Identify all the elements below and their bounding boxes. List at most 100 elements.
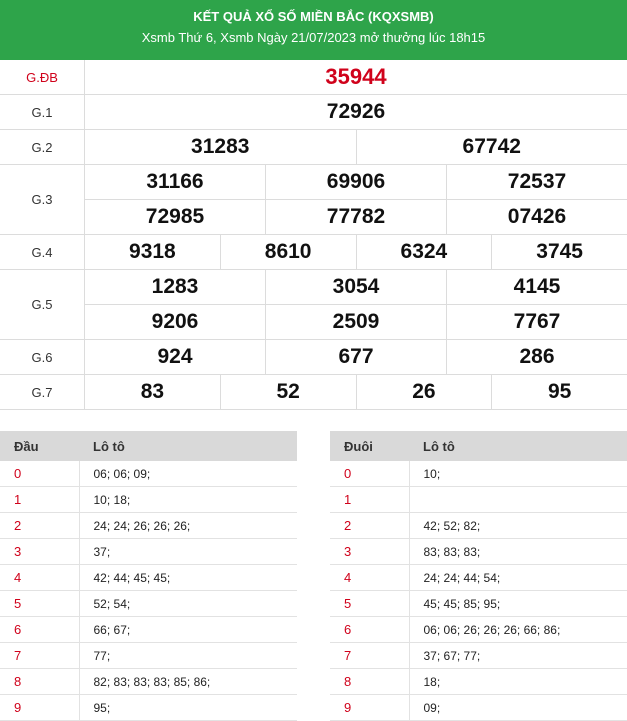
table-row: 1: [330, 487, 627, 513]
duoi-digit: 4: [330, 565, 409, 591]
duoi-digit: 3: [330, 539, 409, 565]
dau-loto-values: 42; 44; 45; 45;: [79, 565, 297, 591]
duoi-digit: 6: [330, 617, 409, 643]
loto-header: Lô tô: [409, 431, 627, 461]
dau-digit: 6: [0, 617, 79, 643]
dau-digit: 4: [0, 565, 79, 591]
prize-row-g7: G.7 83 52 26 95: [0, 375, 627, 410]
prize-label-g2: G.2: [0, 130, 85, 165]
prize-label-g1: G.1: [0, 95, 85, 130]
prize-row-g2: G.2 31283 67742: [0, 130, 627, 165]
duoi-loto-values: 42; 52; 82;: [409, 513, 627, 539]
table-row: 383; 83; 83;: [330, 539, 627, 565]
results-title: KẾT QUẢ XỔ SỐ MIỀN BẮC (KQXSMB): [0, 8, 627, 26]
prize-label-db: G.ĐB: [0, 60, 85, 95]
results-table: G.ĐB 35944 G.1 72926 G.2 31283 67742 G.3…: [0, 60, 627, 410]
dau-loto-values: 82; 83; 83; 83; 85; 86;: [79, 669, 297, 695]
loto-section: Đầu Lô tô 006; 06; 09;110; 18;224; 24; 2…: [0, 431, 627, 721]
dau-loto-values: 66; 67;: [79, 617, 297, 643]
prize-row-db: G.ĐB 35944: [0, 60, 627, 95]
prize-cells: 31166 69906 72537 72985 77782 07426: [85, 165, 627, 235]
prize-cells: 83 52 26 95: [85, 375, 627, 410]
duoi-digit: 1: [330, 487, 409, 513]
prize-label-g3: G.3: [0, 165, 85, 235]
prize-number: 72926: [85, 95, 627, 130]
duoi-digit: 5: [330, 591, 409, 617]
prize-number: 3745: [491, 235, 627, 269]
table-row: 737; 67; 77;: [330, 643, 627, 669]
duoi-header: Đuôi: [330, 431, 409, 461]
dau-loto-values: 52; 54;: [79, 591, 297, 617]
table-row: 666; 67;: [0, 617, 297, 643]
duoi-digit: 0: [330, 461, 409, 487]
dau-loto-values: 24; 24; 26; 26; 26;: [79, 513, 297, 539]
table-row: 442; 44; 45; 45;: [0, 565, 297, 591]
table-row: 006; 06; 09;: [0, 461, 297, 487]
prize-number: 72537: [446, 165, 627, 199]
duoi-digit: 8: [330, 669, 409, 695]
duoi-digit: 2: [330, 513, 409, 539]
duoi-loto-table: Đuôi Lô tô 010;1242; 52; 82;383; 83; 83;…: [330, 431, 627, 721]
dau-digit: 5: [0, 591, 79, 617]
prize-number: 67742: [356, 130, 627, 164]
table-row: 224; 24; 26; 26; 26;: [0, 513, 297, 539]
table-row: 882; 83; 83; 83; 85; 86;: [0, 669, 297, 695]
prize-row-g6: G.6 924 677 286: [0, 340, 627, 375]
prize-number: 72985: [85, 200, 265, 234]
duoi-loto-values: 45; 45; 85; 95;: [409, 591, 627, 617]
dau-digit: 3: [0, 539, 79, 565]
prize-number: 26: [356, 375, 492, 409]
dau-header: Đầu: [0, 431, 79, 461]
table-row: 424; 24; 44; 54;: [330, 565, 627, 591]
prize-number: 1283: [85, 270, 265, 304]
prize-number: 07426: [446, 200, 627, 234]
dau-loto-values: 06; 06; 09;: [79, 461, 297, 487]
prize-number: 8610: [220, 235, 356, 269]
dau-digit: 9: [0, 695, 79, 721]
duoi-loto-values: 37; 67; 77;: [409, 643, 627, 669]
dau-digit: 8: [0, 669, 79, 695]
duoi-loto-values: 18;: [409, 669, 627, 695]
duoi-digit: 9: [330, 695, 409, 721]
dau-digit: 1: [0, 487, 79, 513]
prize-number: 52: [220, 375, 356, 409]
prize-number: 9318: [85, 235, 220, 269]
loto-header: Lô tô: [79, 431, 297, 461]
prize-number: 677: [265, 340, 446, 374]
prize-number: 4145: [446, 270, 627, 304]
table-row: 552; 54;: [0, 591, 297, 617]
prize-number: 3054: [265, 270, 446, 304]
table-row: 337;: [0, 539, 297, 565]
prize-label-g7: G.7: [0, 375, 85, 410]
dau-loto-table: Đầu Lô tô 006; 06; 09;110; 18;224; 24; 2…: [0, 431, 297, 721]
prize-label-g5: G.5: [0, 270, 85, 340]
prize-cells: 31283 67742: [85, 130, 627, 165]
dau-loto-values: 37;: [79, 539, 297, 565]
prize-number: 7767: [446, 305, 627, 339]
duoi-loto-values: 83; 83; 83;: [409, 539, 627, 565]
table-row: 995;: [0, 695, 297, 721]
table-row: 110; 18;: [0, 487, 297, 513]
prize-number: 924: [85, 340, 265, 374]
prize-number: 95: [491, 375, 627, 409]
prize-number: 9206: [85, 305, 265, 339]
results-header: KẾT QUẢ XỔ SỐ MIỀN BẮC (KQXSMB) Xsmb Thứ…: [0, 0, 627, 60]
prize-row-g5: G.5 1283 3054 4145 9206 2509 7767: [0, 270, 627, 340]
prize-number: 69906: [265, 165, 446, 199]
prize-row-g3: G.3 31166 69906 72537 72985 77782 07426: [0, 165, 627, 235]
table-row: 242; 52; 82;: [330, 513, 627, 539]
table-row: 777;: [0, 643, 297, 669]
prize-label-g6: G.6: [0, 340, 85, 375]
duoi-loto-values: 24; 24; 44; 54;: [409, 565, 627, 591]
dau-digit: 7: [0, 643, 79, 669]
table-row: 606; 06; 26; 26; 26; 66; 86;: [330, 617, 627, 643]
prize-cells: 9318 8610 6324 3745: [85, 235, 627, 270]
table-row: 545; 45; 85; 95;: [330, 591, 627, 617]
prize-number: 31283: [85, 130, 356, 164]
prize-label-g4: G.4: [0, 235, 85, 270]
duoi-loto-values: 09;: [409, 695, 627, 721]
prize-number: 2509: [265, 305, 446, 339]
prize-cells: 1283 3054 4145 9206 2509 7767: [85, 270, 627, 340]
table-row: 818;: [330, 669, 627, 695]
prize-row-g1: G.1 72926: [0, 95, 627, 130]
